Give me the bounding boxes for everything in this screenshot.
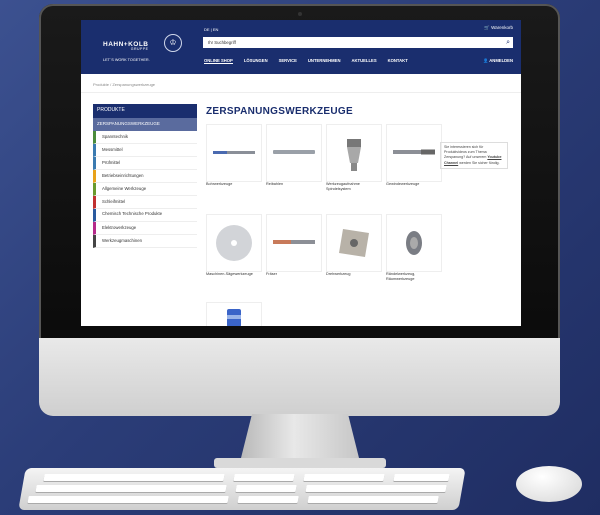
product-label[interactable]: Reibahlen — [266, 182, 320, 187]
nav-online-shop[interactable]: ONLINE SHOP — [204, 58, 233, 64]
sidebar-item[interactable]: Prüfmittel — [93, 157, 197, 170]
cart-label: Warenkorb — [491, 25, 513, 30]
product-label[interactable]: Bohrwerkzeuge — [206, 182, 260, 187]
milling-cutter-icon — [273, 240, 315, 244]
monitor-chin — [39, 338, 560, 416]
reamer-icon — [273, 150, 315, 154]
sidebar-item[interactable]: Betriebseinrichtungen — [93, 170, 197, 183]
product-card[interactable] — [206, 124, 262, 182]
nav-aktuelles[interactable]: AKTUELLES — [351, 58, 376, 64]
info-text: werden Sie sicher fündig. — [459, 160, 500, 165]
breadcrumb[interactable]: Produkte / Zerspanungswerkzeuge — [93, 82, 155, 87]
main-nav: ONLINE SHOP LÖSUNGEN SERVICE UNTERNEHMEN… — [204, 58, 408, 64]
nav-kontakt[interactable]: KONTAKT — [388, 58, 408, 64]
login-button[interactable]: 👤 ANMELDEN — [483, 58, 513, 64]
main-content: ZERSPANUNGSWERKZEUGE Bohrwerkzeuge Reiba… — [206, 106, 516, 326]
sidebar-item[interactable]: Spanntechnik — [93, 131, 197, 144]
sidebar-heading: PRODUKTE — [93, 104, 197, 118]
tagline: LET´S WORK TOGETHER. — [103, 58, 150, 62]
language-switch[interactable]: DE | EN — [204, 27, 218, 32]
info-box: Sie interessieren sich für Produktvideos… — [440, 142, 508, 169]
user-icon: 👤 — [483, 58, 489, 63]
product-label[interactable]: Maschinen-Sägewerkzeuge — [206, 272, 260, 277]
product-card[interactable] — [206, 214, 262, 272]
mouse — [516, 466, 582, 502]
accessory-icon — [227, 309, 241, 326]
toolholder-icon — [347, 139, 361, 171]
product-card[interactable] — [386, 214, 442, 272]
search-placeholder: Ihr Suchbegriff — [208, 40, 236, 45]
product-label[interactable]: Gewindewerkzeuge — [386, 182, 440, 187]
browser-screen: HAHN+KOLB GRUPPE ♔ LET´S WORK TOGETHER. D… — [81, 20, 521, 326]
product-label[interactable]: Fräser — [266, 272, 320, 277]
sidebar-item[interactable]: Elektrowerkzeuge — [93, 222, 197, 235]
logo[interactable]: HAHN+KOLB GRUPPE — [103, 41, 149, 51]
sidebar-item[interactable]: Werkzeugmaschinen — [93, 235, 197, 248]
product-label[interactable]: Rändelwerkzeug, Räumwerkzeuge — [386, 272, 440, 282]
product-label[interactable]: Werkzeugaufnahme Spindelsystem — [326, 182, 380, 192]
product-card[interactable] — [266, 124, 322, 182]
drill-icon — [213, 151, 255, 154]
nav-loesungen[interactable]: LÖSUNGEN — [244, 58, 268, 64]
info-text: Sie interessieren sich für Produktvideos… — [444, 145, 487, 160]
cart-icon: 🛒 — [484, 25, 490, 30]
search-icon[interactable]: ⌕ — [506, 37, 510, 48]
sidebar-item[interactable]: Schleifmittel — [93, 196, 197, 209]
sidebar-item[interactable]: Allgemeine Werkzeuge — [93, 183, 197, 196]
product-label[interactable]: Drehwerkzeug — [326, 272, 380, 277]
sidebar-item[interactable]: Chemisch Technische Produkte — [93, 209, 197, 222]
keyboard — [18, 468, 466, 510]
product-card[interactable] — [326, 124, 382, 182]
seal-icon: ♔ — [164, 34, 182, 52]
sidebar: PRODUKTE ZERSPANUNGSWERKZEUGE Spanntechn… — [93, 104, 197, 248]
insert-icon — [339, 229, 369, 257]
sidebar-item[interactable]: Messmittel — [93, 144, 197, 157]
tap-icon — [393, 149, 435, 155]
cart-button[interactable]: 🛒 Warenkorb — [484, 25, 513, 31]
nav-unternehmen[interactable]: UNTERNEHMEN — [308, 58, 341, 64]
nav-service[interactable]: SERVICE — [279, 58, 297, 64]
sidebar-item-selected[interactable]: ZERSPANUNGSWERKZEUGE — [93, 118, 197, 131]
page-title: ZERSPANUNGSWERKZEUGE — [206, 106, 353, 117]
monitor-stand — [240, 414, 360, 462]
sawblade-icon — [216, 225, 252, 261]
product-card[interactable] — [386, 124, 442, 182]
product-card[interactable] — [266, 214, 322, 272]
camera-icon — [298, 12, 302, 16]
knurling-tool-icon — [406, 231, 422, 255]
product-card[interactable] — [326, 214, 382, 272]
monitor-foot — [214, 458, 386, 468]
login-label: ANMELDEN — [489, 58, 513, 63]
divider — [81, 92, 521, 93]
product-card[interactable] — [206, 302, 262, 326]
site-header: HAHN+KOLB GRUPPE ♔ LET´S WORK TOGETHER. D… — [81, 20, 521, 74]
search-input[interactable]: Ihr Suchbegriff ⌕ — [203, 37, 513, 48]
